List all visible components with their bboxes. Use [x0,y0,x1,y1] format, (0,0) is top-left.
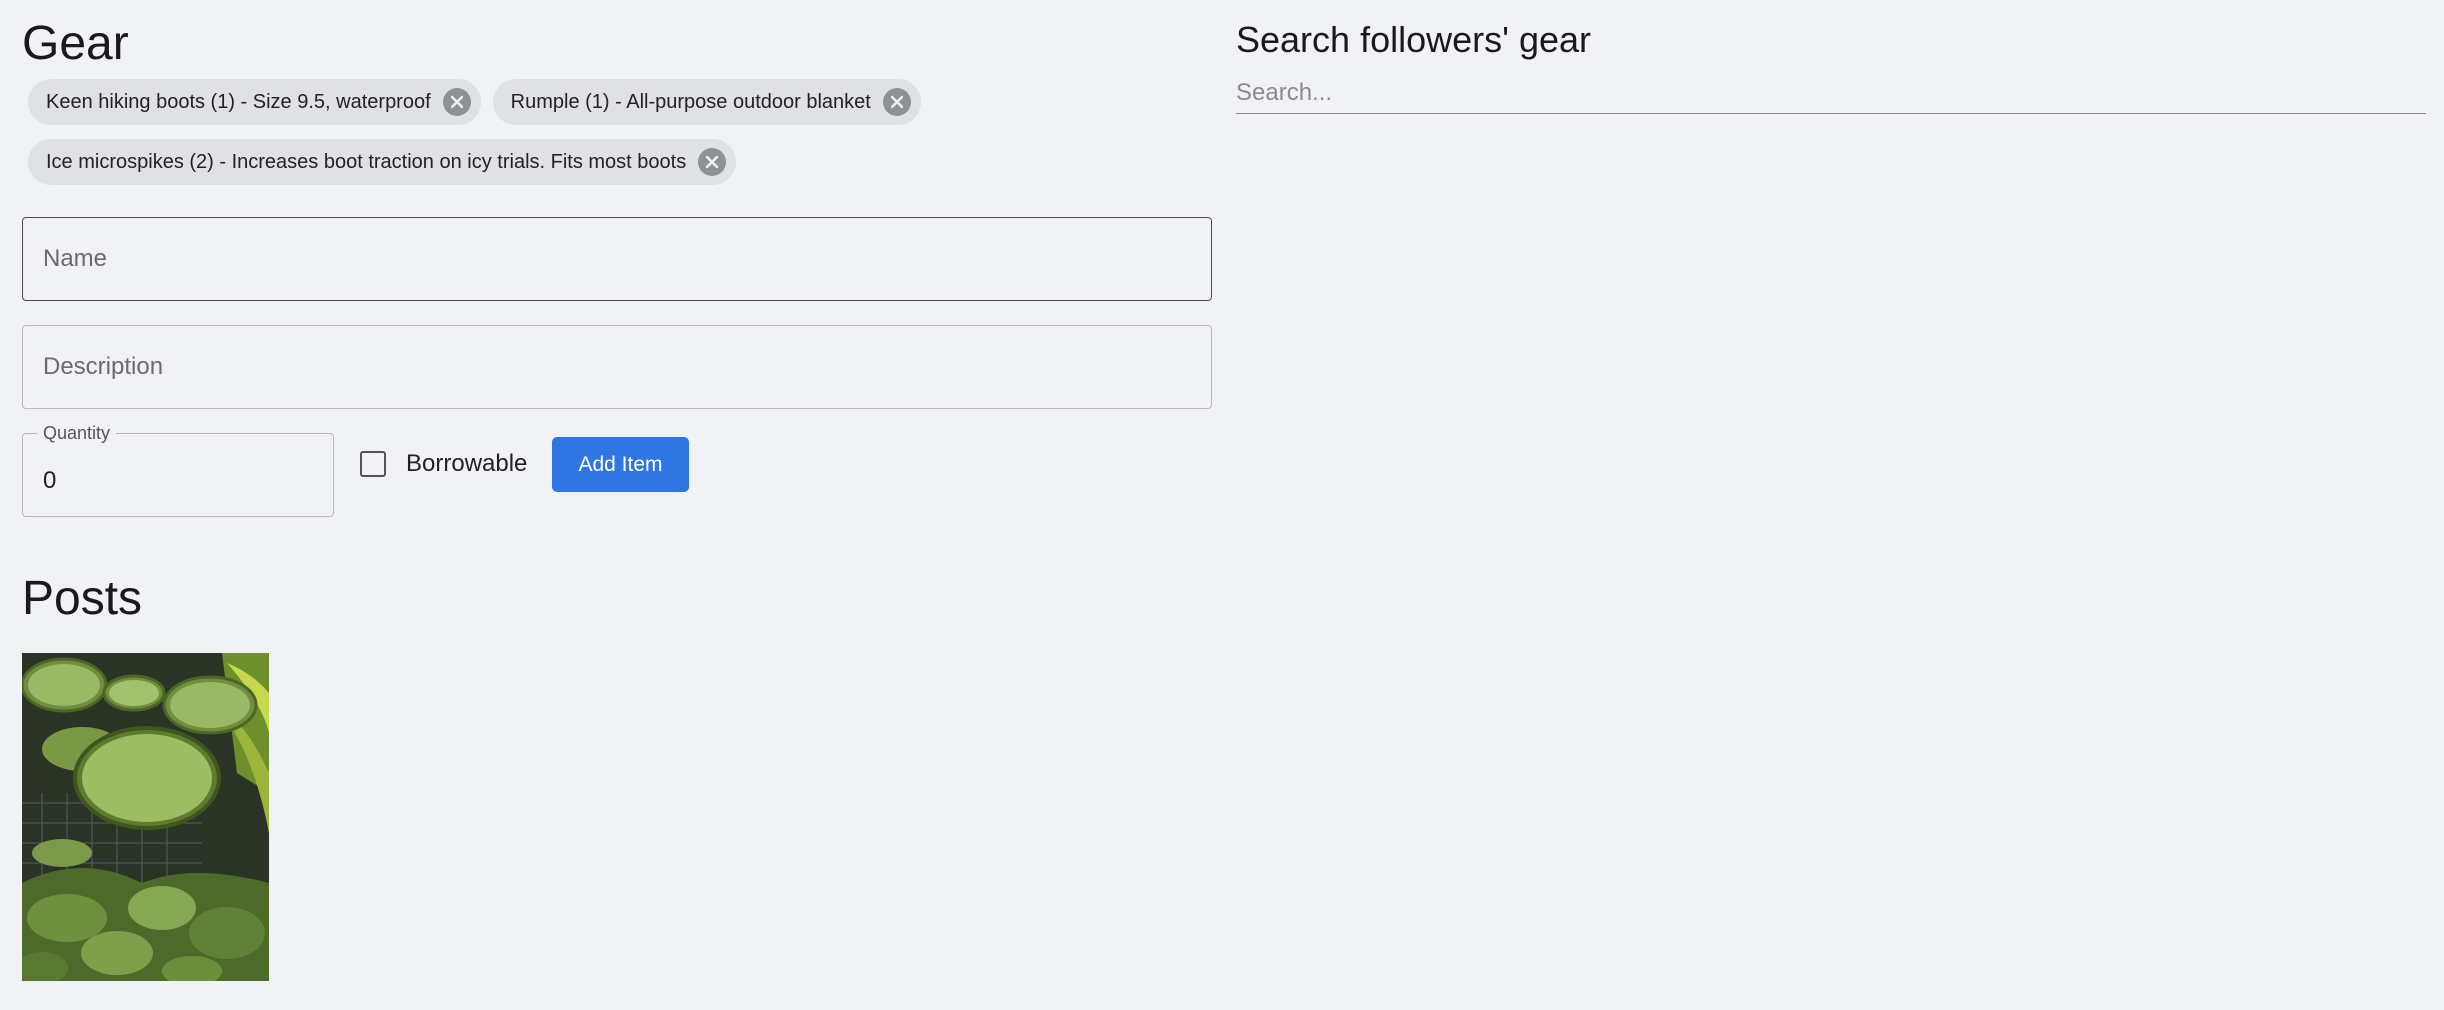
description-input[interactable] [22,325,1212,409]
gear-chip-label: Ice microspikes (2) - Increases boot tra… [46,150,687,173]
gear-chip[interactable]: Rumple (1) - All-purpose outdoor blanket [492,79,921,125]
add-item-button[interactable]: Add Item [552,437,689,492]
close-circle-icon[interactable] [882,88,911,116]
quantity-input[interactable] [23,434,333,516]
gear-chip[interactable]: Keen hiking boots (1) - Size 9.5, waterp… [28,79,481,125]
gear-chip-label: Rumple (1) - All-purpose outdoor blanket [510,90,871,113]
close-circle-icon[interactable] [442,88,471,116]
name-input[interactable] [22,217,1212,301]
search-input[interactable] [1236,72,2426,114]
close-circle-icon[interactable] [698,148,727,176]
posts-title: Posts [22,572,143,625]
gear-title: Gear [22,17,129,70]
borrowable-label: Borrowable [406,450,528,477]
borrowable-toggle[interactable]: Borrowable [360,448,527,480]
borrowable-checkbox[interactable] [360,451,386,477]
quantity-field: Quantity [22,422,334,517]
gear-chip-list: Keen hiking boots (1) - Size 9.5, waterp… [28,79,1208,185]
gear-chip-label: Keen hiking boots (1) - Size 9.5, waterp… [46,90,431,113]
post-image[interactable] [22,653,269,981]
search-title: Search followers' gear [1236,19,1592,60]
gear-chip[interactable]: Ice microspikes (2) - Increases boot tra… [28,139,737,185]
